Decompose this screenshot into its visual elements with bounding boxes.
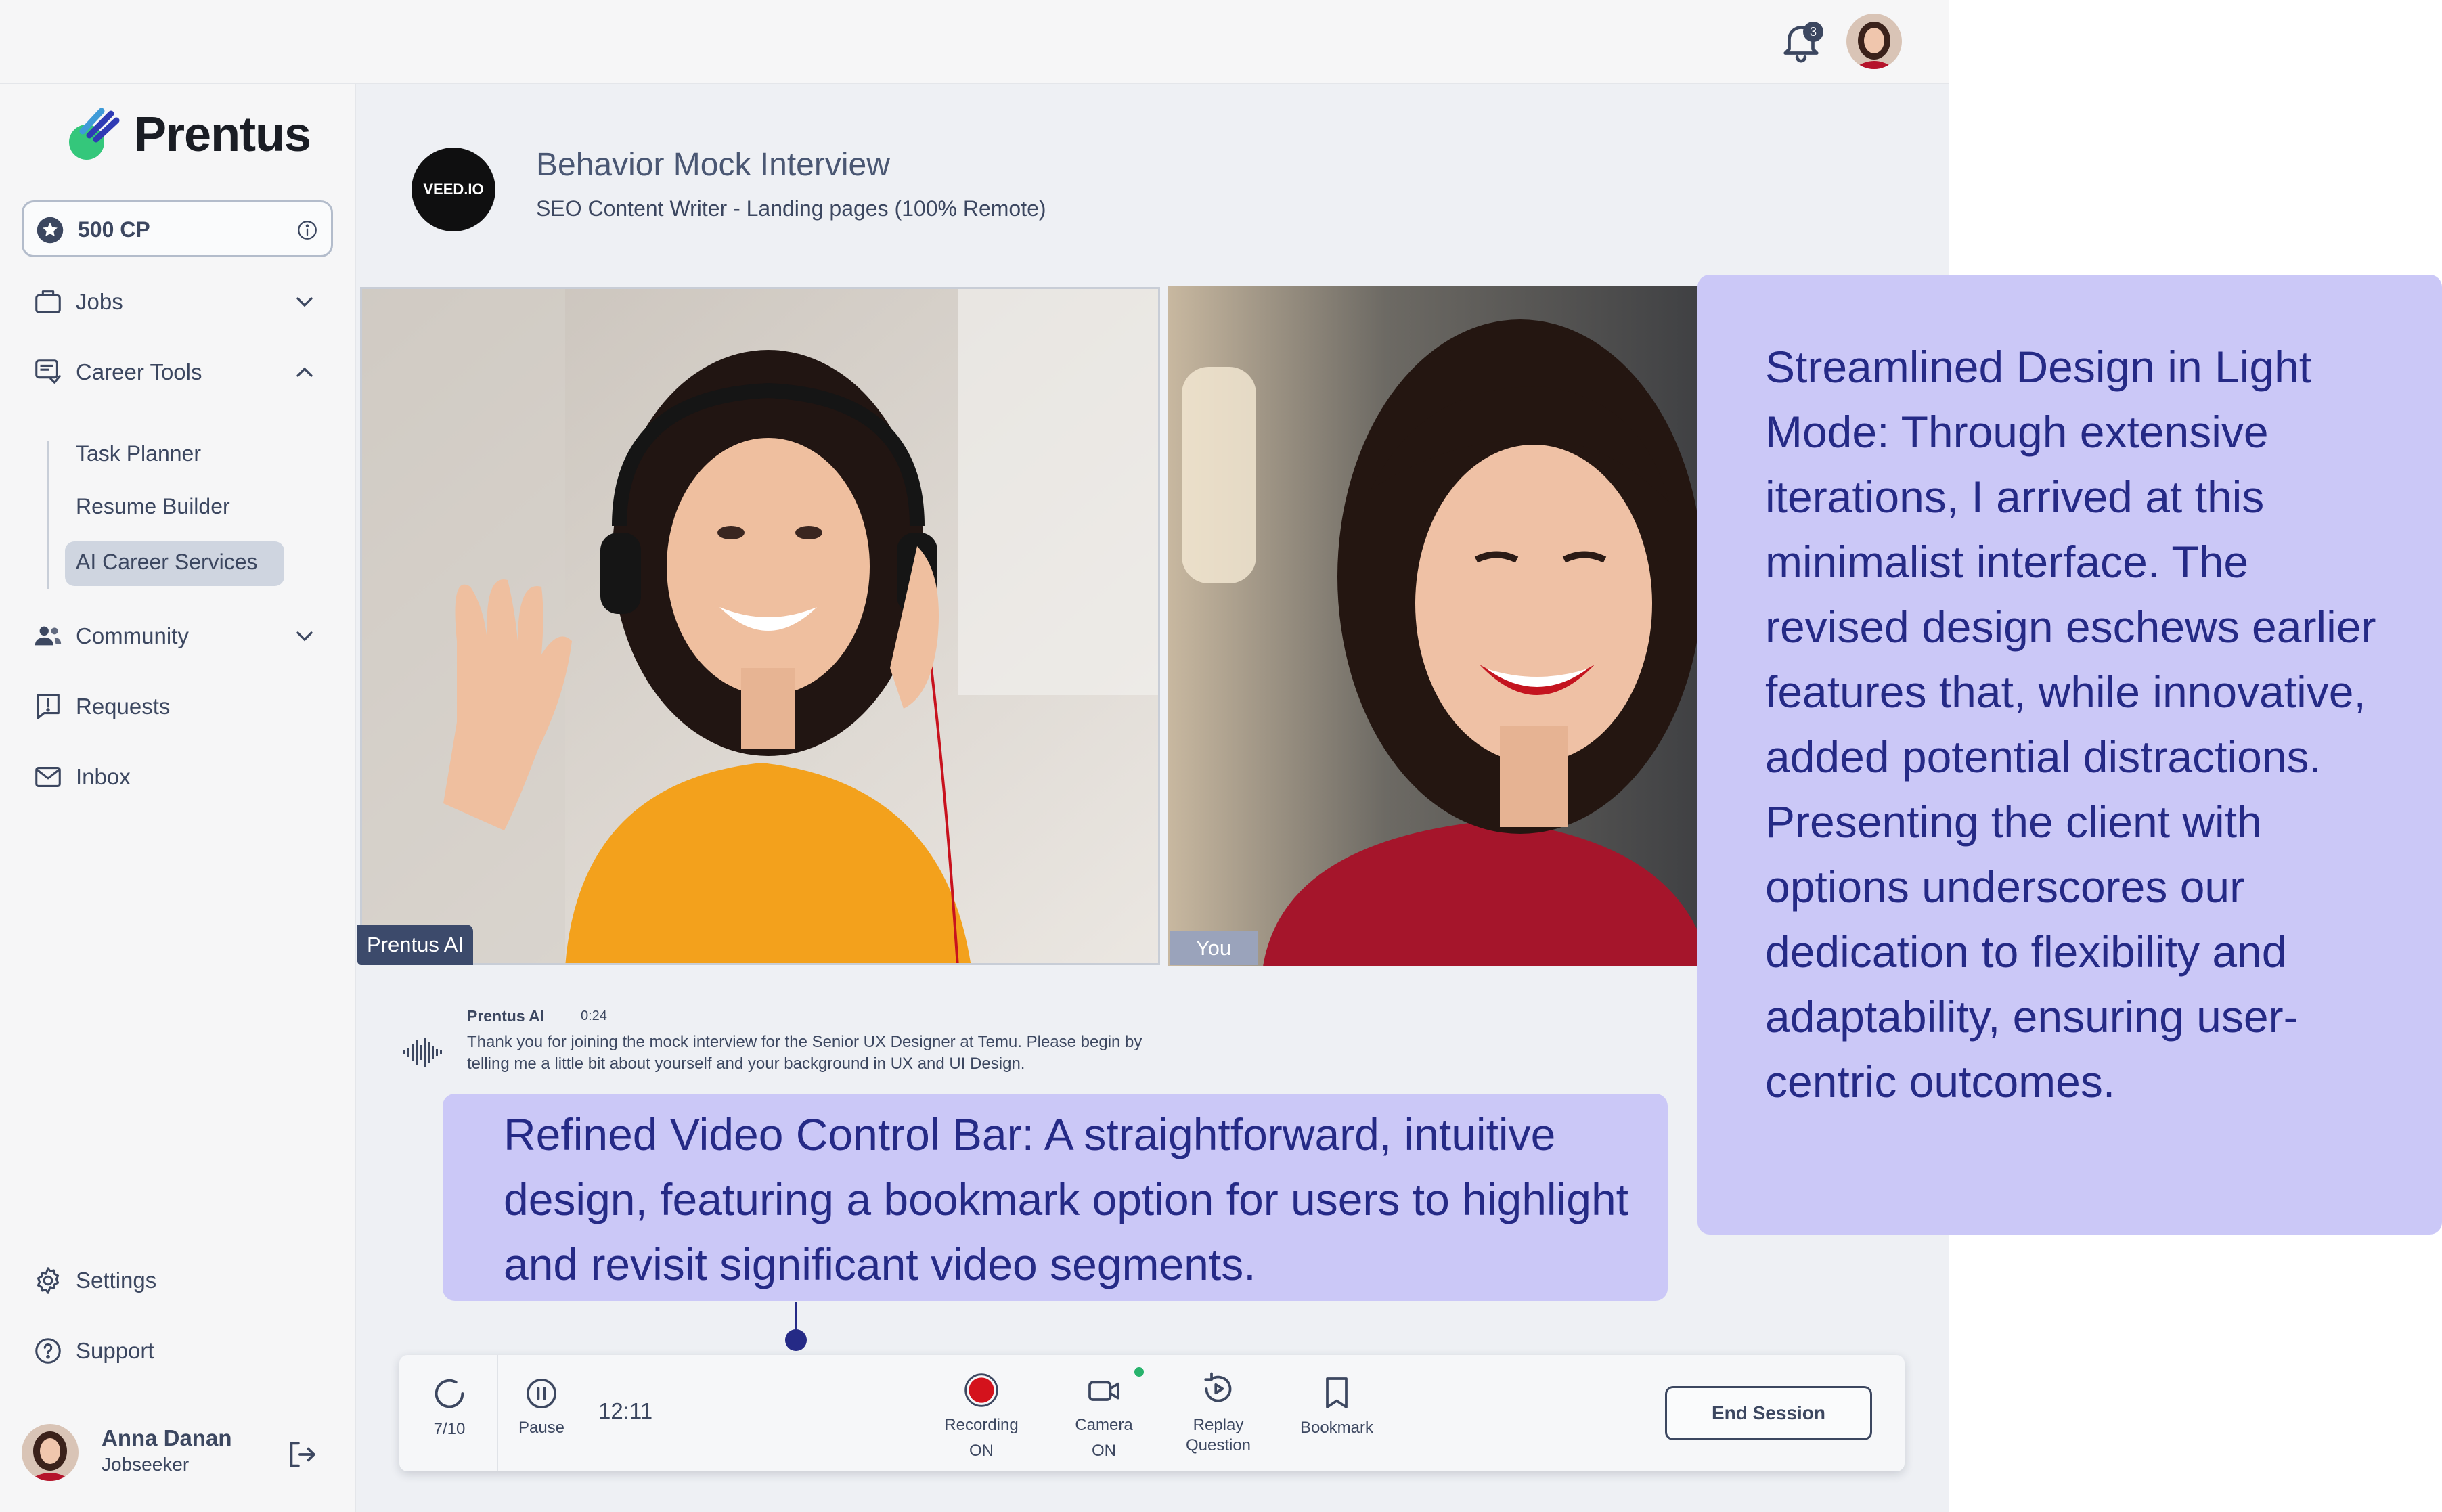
sidebar-item-inbox[interactable]: Inbox: [32, 757, 131, 797]
transcript-text: Thank you for joining the mock interview…: [467, 1033, 1142, 1073]
help-icon: [35, 1338, 61, 1364]
notification-count-badge: 3: [1803, 22, 1823, 42]
ai-video-label: Prentus AI: [357, 925, 474, 965]
gear-icon: [37, 1267, 60, 1294]
company-logo: VEED.IO: [412, 148, 495, 231]
sidebar-item-label: Requests: [76, 694, 171, 719]
replay-icon: [1204, 1372, 1232, 1402]
briefcase-icon: [35, 290, 61, 313]
sidebar-item-label: Settings: [76, 1268, 157, 1293]
sidebar-item-label: Inbox: [76, 764, 131, 789]
sidebar: Prentus 500 CP Jobs Career Tools Task Pl…: [0, 84, 356, 1512]
sidebar-item-support[interactable]: Support: [32, 1331, 154, 1371]
user-video-feed[interactable]: [1168, 286, 1710, 966]
design-annotation-text: Streamlined Design in Light Mode: Throug…: [1765, 342, 2376, 1107]
end-session-button[interactable]: End Session: [1665, 1386, 1872, 1440]
recording-label: Recording: [944, 1416, 1019, 1434]
ai-video-feed[interactable]: [360, 287, 1160, 965]
bookmark-button[interactable]: Bookmark: [1290, 1374, 1383, 1438]
record-icon: [964, 1373, 998, 1407]
credit-points-badge[interactable]: 500 CP: [22, 200, 333, 257]
camera-active-indicator: [1134, 1367, 1144, 1377]
pause-label: Pause: [518, 1419, 565, 1437]
info-icon[interactable]: [296, 219, 319, 242]
sidebar-item-label: Community: [76, 623, 189, 648]
progress-icon: [435, 1379, 464, 1408]
app-window: 3 Prentus 500 CP Jobs Career Tools Task …: [0, 0, 1949, 1512]
sidebar-item-career-tools[interactable]: Career Tools: [32, 352, 202, 393]
star-icon: [37, 217, 64, 244]
career-tools-icon: [35, 359, 61, 384]
sidebar-item-community[interactable]: Community: [32, 616, 189, 657]
camera-icon: [1088, 1381, 1119, 1401]
sidebar-subitem-resume-builder[interactable]: Resume Builder: [76, 494, 230, 519]
sidebar-item-label: Support: [76, 1338, 154, 1363]
annotation-pointer-dot: [785, 1329, 807, 1351]
transcript-speaker: Prentus AI: [467, 1007, 545, 1025]
sidebar-subitem-task-planner[interactable]: Task Planner: [76, 441, 201, 466]
user-avatar[interactable]: [22, 1424, 79, 1481]
inbox-icon: [35, 767, 61, 787]
pause-icon: [526, 1378, 557, 1409]
recording-state: ON: [969, 1442, 994, 1460]
sidebar-item-settings[interactable]: Settings: [32, 1260, 156, 1301]
page-title: Behavior Mock Interview: [536, 147, 890, 183]
transcript-timestamp: 0:24: [581, 1008, 607, 1023]
replay-label-line2: Question: [1185, 1436, 1251, 1454]
waveform-icon: [403, 1038, 442, 1067]
camera-label: Camera: [1075, 1416, 1133, 1434]
sidebar-subitem-ai-career-services[interactable]: AI Career Services: [76, 550, 258, 575]
community-icon: [35, 626, 62, 646]
credit-points-label: 500 CP: [78, 217, 150, 242]
pause-button[interactable]: Pause: [513, 1375, 570, 1438]
avatar[interactable]: [1846, 14, 1902, 69]
design-annotation: Streamlined Design in Light Mode: Throug…: [1697, 275, 2442, 1235]
chevron-down-icon[interactable]: [291, 288, 318, 315]
user-role: Jobseeker: [102, 1454, 190, 1475]
submenu-guide-line: [47, 441, 49, 589]
prentus-logo-icon[interactable]: [62, 104, 123, 165]
user-name: Anna Danan: [102, 1425, 232, 1450]
chevron-up-icon[interactable]: [291, 359, 318, 386]
page-subtitle: SEO Content Writer - Landing pages (100%…: [536, 196, 1046, 221]
replay-question-button[interactable]: Replay Question: [1178, 1369, 1259, 1455]
requests-icon: [37, 694, 60, 719]
control-bar-annotation: Refined Video Control Bar: A straightfor…: [443, 1094, 1668, 1301]
control-divider: [497, 1355, 498, 1471]
sidebar-item-label: Career Tools: [76, 359, 202, 384]
sidebar-item-requests[interactable]: Requests: [32, 686, 170, 727]
top-bar: 3: [0, 0, 1949, 84]
sidebar-item-jobs[interactable]: Jobs: [32, 282, 123, 322]
question-progress-label: 7/10: [433, 1420, 466, 1438]
question-progress: 7/10: [426, 1374, 472, 1439]
control-bar-annotation-text: Refined Video Control Bar: A straightfor…: [504, 1109, 1628, 1289]
sidebar-item-label: Jobs: [76, 289, 123, 314]
app-name[interactable]: Prentus: [134, 107, 311, 162]
user-video-label: You: [1170, 931, 1258, 965]
session-timer: 12:11: [598, 1398, 653, 1423]
recording-toggle[interactable]: Recording ON: [938, 1371, 1025, 1461]
replay-label-line1: Replay: [1193, 1416, 1244, 1434]
chevron-down-icon[interactable]: [291, 623, 318, 650]
camera-toggle[interactable]: Camera ON: [1067, 1371, 1141, 1461]
camera-state: ON: [1092, 1442, 1116, 1460]
logout-icon[interactable]: [284, 1438, 318, 1471]
video-control-bar: 7/10 Pause 12:11 Recording ON Camera ON: [399, 1355, 1905, 1471]
bookmark-label: Bookmark: [1300, 1419, 1374, 1437]
bookmark-icon: [1326, 1377, 1348, 1408]
